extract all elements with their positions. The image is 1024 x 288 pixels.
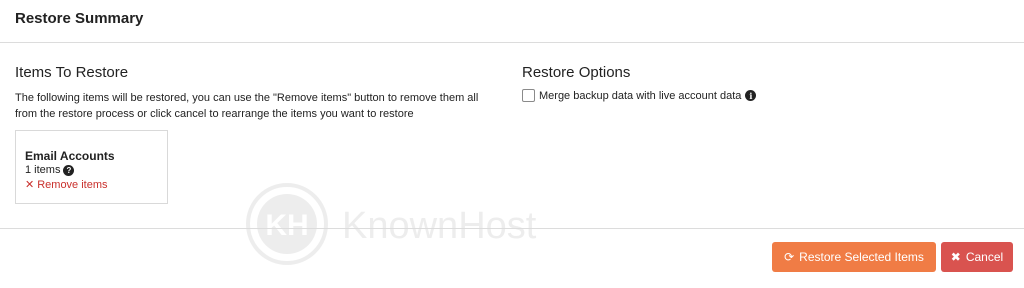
close-icon: ✖ [950,250,961,264]
merge-backup-label[interactable]: Merge backup data with live account data [539,90,741,102]
cancel-button[interactable]: ✖ Cancel [941,242,1013,272]
merge-option-row: Merge backup data with live account data… [522,89,1002,102]
restore-options-heading: Restore Options [522,64,631,81]
email-accounts-card: Email Accounts 1 items ? ✕ Remove items [15,130,168,204]
items-to-restore-section: Items To Restore The following items wil… [15,64,495,122]
close-icon: ✕ [25,179,35,191]
restore-options-section: Restore Options Merge backup data with l… [522,64,1002,102]
restore-button-label: Restore Selected Items [799,250,924,264]
knownhost-watermark: KH KnownHost [246,183,586,265]
card-count-row: 1 items ? [25,163,167,178]
merge-backup-checkbox[interactable] [522,89,535,102]
cancel-button-label: Cancel [965,250,1004,264]
knownhost-logo-icon: KH KnownHost [246,183,537,265]
svg-text:KH: KH [265,209,308,242]
card-title: Email Accounts [25,149,115,163]
page-title: Restore Summary [15,10,144,27]
info-circle-icon[interactable]: i [745,90,757,101]
items-to-restore-heading: Items To Restore [15,64,129,81]
footer-divider [0,228,1024,229]
watermark-text: KnownHost [342,205,537,247]
restore-selected-items-button[interactable]: ⟳ Restore Selected Items [772,242,936,272]
refresh-icon: ⟳ [784,250,795,264]
remove-items-label: Remove items [37,179,108,191]
restore-summary-page: Restore Summary Items To Restore The fol… [0,0,1024,288]
items-description: The following items will be restored, yo… [15,92,479,120]
modal-header: Restore Summary [0,0,1024,43]
card-count: 1 items [25,164,61,176]
question-circle-icon[interactable]: ? [63,165,75,176]
remove-items-link[interactable]: ✕ Remove items [25,178,167,193]
